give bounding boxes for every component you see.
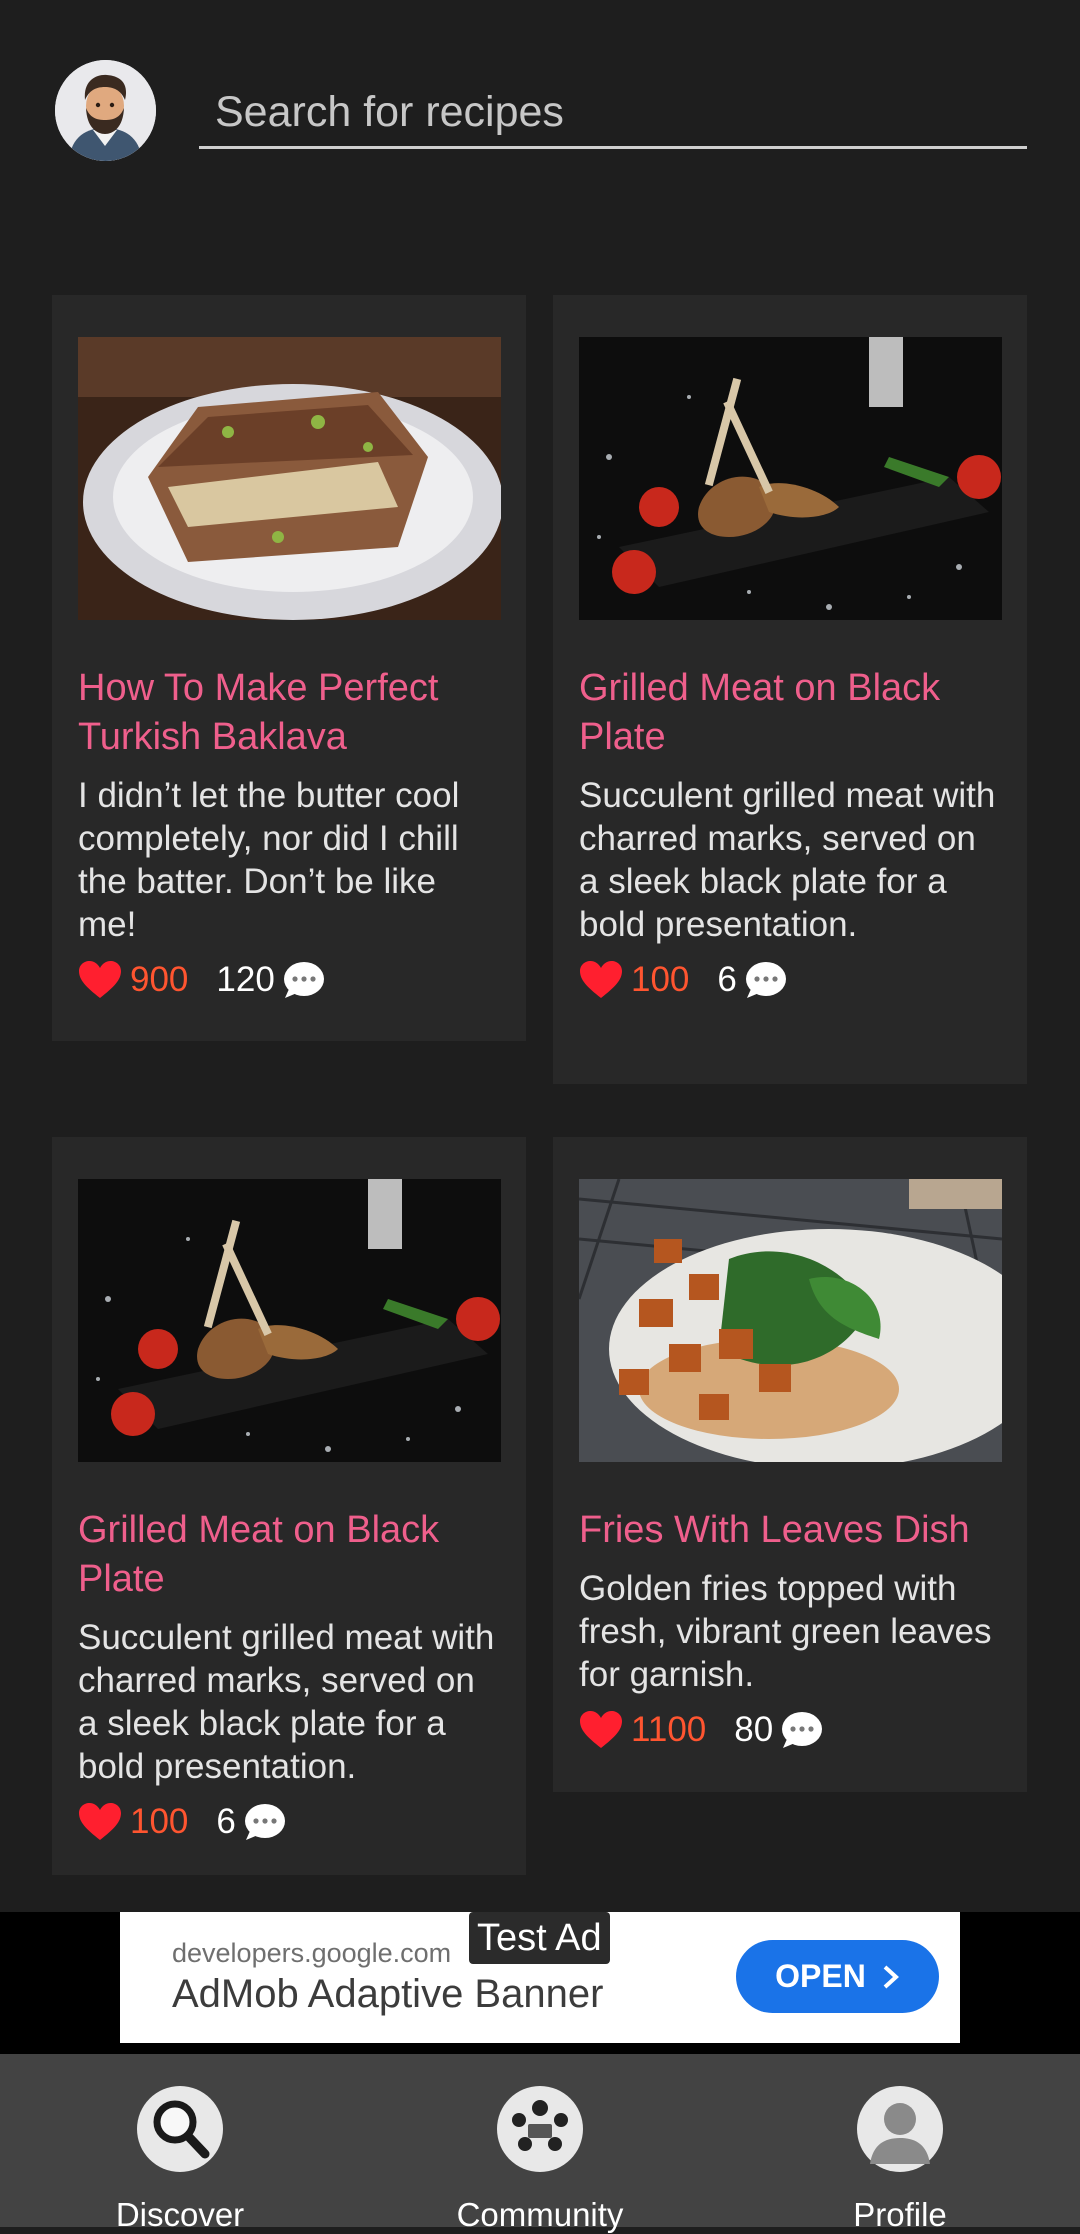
recipe-stats: 100 6: [579, 956, 1001, 1004]
heart-icon[interactable]: [579, 960, 623, 1000]
nav-label-community: Community: [456, 2196, 624, 2233]
recipe-stats: 1100 80: [579, 1706, 1001, 1754]
comment-count: 6: [216, 1802, 236, 1841]
ad-content[interactable]: developers.google.com AdMob Adaptive Ban…: [120, 1912, 960, 2043]
recipe-card[interactable]: Fries With Leaves Dish Golden fries topp…: [553, 1137, 1027, 1792]
comment-bubble-icon[interactable]: [283, 961, 325, 999]
recipe-stats: 100 6: [78, 1798, 500, 1846]
recipe-description: I didn’t let the butter cool completely,…: [78, 776, 460, 944]
recipe-description: Succulent grilled meat with charred mark…: [78, 1618, 495, 1786]
ad-url: developers.google.com: [172, 1938, 452, 1968]
grilled-meat-image: [78, 1179, 501, 1462]
nav-item-discover[interactable]: Discover: [30, 2054, 330, 2233]
recipe-title[interactable]: How To Make Perfect Turkish Baklava: [78, 664, 500, 762]
fries-with-leaves-image: [579, 1179, 1002, 1462]
nav-item-community[interactable]: Community: [390, 2054, 690, 2233]
bearded-man-avatar-icon: [55, 60, 156, 161]
profile-icon: [857, 2086, 943, 2172]
test-ad-label: Test Ad: [469, 1912, 610, 1964]
ad-title: AdMob Adaptive Banner: [172, 1972, 604, 2016]
baklava-image: [78, 337, 501, 620]
nav-item-profile[interactable]: Profile: [750, 2054, 1050, 2233]
user-avatar[interactable]: [55, 60, 156, 161]
recipe-title[interactable]: Grilled Meat on Black Plate: [579, 664, 1001, 762]
recipe-card[interactable]: Grilled Meat on Black Plate Succulent gr…: [52, 1137, 526, 1875]
heart-icon[interactable]: [579, 1710, 623, 1750]
search-field[interactable]: [199, 82, 1027, 149]
header: [0, 0, 1080, 230]
nav-label-discover: Discover: [115, 2196, 245, 2233]
recipe-description: Golden fries topped with fresh, vibrant …: [579, 1569, 992, 1694]
like-count: 100: [130, 1802, 189, 1841]
nav-label-profile: Profile: [853, 2196, 947, 2233]
ad-open-label: OPEN: [775, 1958, 866, 1994]
comment-count: 120: [216, 960, 275, 999]
recipe-title[interactable]: Fries With Leaves Dish: [579, 1506, 1001, 1555]
comment-bubble-icon[interactable]: [781, 1711, 823, 1749]
recipe-stats: 900 120: [78, 956, 500, 1004]
like-count: 900: [130, 960, 189, 999]
chevron-right-icon: [883, 1965, 899, 1988]
ad-banner[interactable]: developers.google.com AdMob Adaptive Ban…: [0, 1912, 1080, 2054]
magnifier-icon: [137, 2086, 223, 2172]
recipe-description: Succulent grilled meat with charred mark…: [579, 776, 996, 944]
ad-open-button[interactable]: OPEN: [736, 1940, 939, 2013]
like-count: 100: [631, 960, 690, 999]
heart-icon[interactable]: [78, 1802, 122, 1842]
comment-count: 80: [734, 1710, 774, 1749]
comment-bubble-icon[interactable]: [244, 1803, 286, 1841]
comment-bubble-icon[interactable]: [745, 961, 787, 999]
recipe-title[interactable]: Grilled Meat on Black Plate: [78, 1506, 500, 1604]
heart-icon[interactable]: [78, 960, 122, 1000]
community-icon: [497, 2086, 583, 2172]
comment-count: 6: [717, 960, 737, 999]
grilled-meat-image: [579, 337, 1002, 620]
like-count: 1100: [631, 1710, 707, 1749]
recipe-card[interactable]: How To Make Perfect Turkish Baklava I di…: [52, 295, 526, 1041]
recipe-feed[interactable]: How To Make Perfect Turkish Baklava I di…: [0, 230, 1080, 1875]
bottom-navigation: Discover Community Profile: [0, 2054, 1080, 2233]
search-input[interactable]: [199, 82, 1027, 142]
recipe-card[interactable]: Grilled Meat on Black Plate Succulent gr…: [553, 295, 1027, 1084]
